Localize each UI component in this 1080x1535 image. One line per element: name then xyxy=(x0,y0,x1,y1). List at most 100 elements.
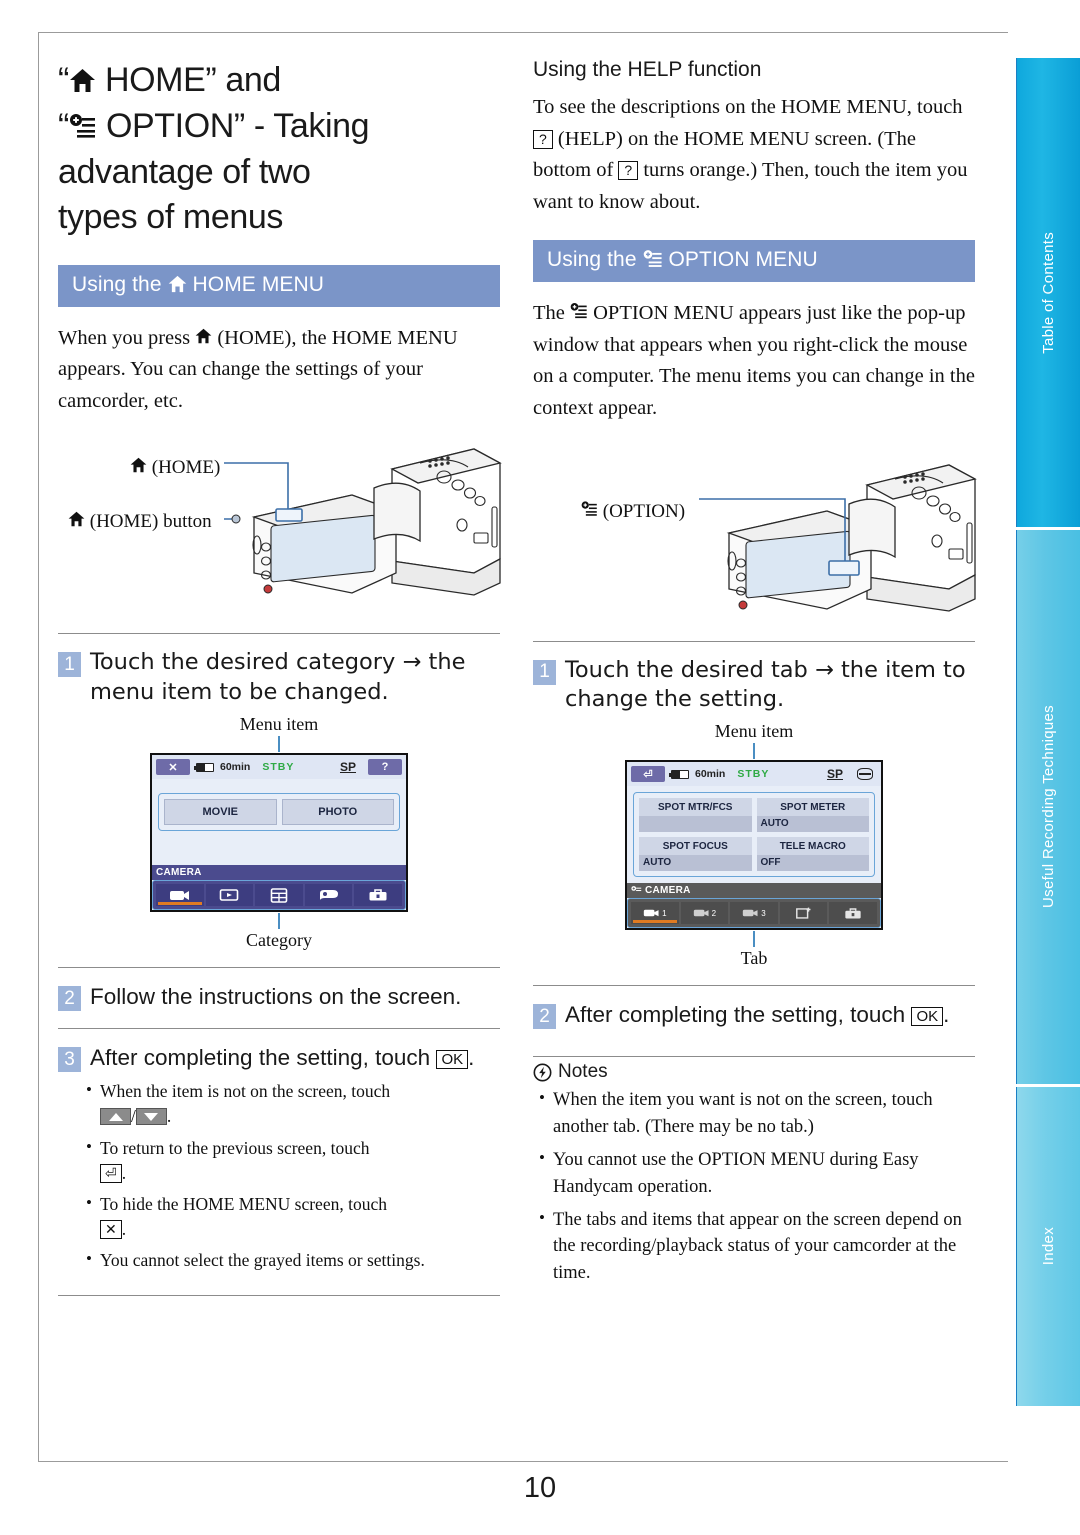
page-number: 10 xyxy=(523,1472,557,1504)
notes-icon xyxy=(533,1063,552,1082)
left-column: “ HOME” and “ OPTION” - Taking advantage… xyxy=(58,58,502,1300)
home-icon xyxy=(68,511,85,532)
section-header-option-menu: Using the OPTION MENU xyxy=(533,240,975,283)
battery-icon xyxy=(194,762,214,772)
battery-icon xyxy=(669,769,689,779)
camcorder-figure-option: (OPTION) xyxy=(533,439,977,625)
standby-indicator: STBY xyxy=(737,768,770,781)
option-tab-camera-2[interactable]: 2 xyxy=(680,902,729,925)
menu-item-tele-macro[interactable]: TELE MACRO OFF xyxy=(756,837,869,872)
step-text: Follow the instructions on the screen. xyxy=(90,984,462,1010)
lcd-category-label: CAMERA xyxy=(152,865,406,881)
option-tab-camera-3[interactable]: 3 xyxy=(730,902,778,925)
menu-item-label: SPOT MTR/FCS xyxy=(639,798,752,817)
category-tab-settings[interactable] xyxy=(354,884,402,907)
menu-item-group: SPOT MTR/FCS SPOT METER AUTO SPOT FOCUS … xyxy=(633,792,875,878)
bullet-text-post: . xyxy=(121,1219,127,1240)
list-item: The tabs and items that appear on the sc… xyxy=(539,1206,975,1287)
recording-quality: SP xyxy=(826,767,843,782)
option-tab-settings[interactable] xyxy=(829,902,877,925)
home-menu-intro-paragraph: When you press (HOME), the HOME MENU app… xyxy=(58,323,500,418)
option-tab-effect[interactable] xyxy=(779,902,828,925)
close-x-key-icon: ✕ xyxy=(100,1220,122,1240)
step-text: Touch the desired tab → the item to chan… xyxy=(565,656,966,713)
home-icon xyxy=(69,63,96,101)
home-menu-lcd: ✕ 60min STBY SP ? MOVIE PHOTO CAMERA xyxy=(150,753,408,913)
section-header-pre: Using the xyxy=(547,248,643,272)
help-function-heading: Using the HELP function xyxy=(533,58,762,81)
step-text: After completing the setting, touch OK. xyxy=(565,1000,949,1030)
step-number: 2 xyxy=(58,986,81,1012)
lcd-body: SPOT MTR/FCS SPOT METER AUTO SPOT FOCUS … xyxy=(627,786,881,883)
notes-heading-label: Notes xyxy=(558,1061,608,1083)
list-item: To hide the HOME MENU screen, touch ✕. xyxy=(86,1191,500,1242)
home-icon xyxy=(130,457,147,478)
title-line1-text: HOME” and xyxy=(95,61,281,99)
menu-item-spot-meter[interactable]: SPOT METER AUTO xyxy=(756,798,869,833)
camcorder-illustration xyxy=(224,448,502,597)
title-quote-open-2: “ xyxy=(58,107,69,146)
lcd-category-tabs xyxy=(152,880,406,911)
category-name: CAMERA xyxy=(156,867,202,879)
close-icon[interactable]: ✕ xyxy=(156,759,190,776)
settings-icon xyxy=(369,889,387,901)
category-tab-playback[interactable] xyxy=(205,884,254,907)
menu-item-spot-mtr-fcs[interactable]: SPOT MTR/FCS xyxy=(639,798,752,833)
lcd-caption-menu-item: Menu item xyxy=(239,714,319,735)
category-tab-others[interactable] xyxy=(304,884,353,907)
tab-index-number: 2 xyxy=(711,908,717,918)
side-tab-useful-recording-techniques[interactable]: Useful Recording Techniques xyxy=(1016,529,1080,1084)
step-number: 1 xyxy=(533,659,556,685)
camcorder-callout-home-screen: (HOME) xyxy=(130,457,220,479)
manage-media-icon xyxy=(270,887,288,903)
list-item: You cannot select the grayed items or se… xyxy=(86,1247,500,1273)
option-menu-lcd: ⏎ 60min STBY SP SPOT MTR/FCS SPOT METER … xyxy=(625,760,883,931)
section-header-post: OPTION MENU xyxy=(662,248,818,272)
home-menu-bullets: When the item is not on the screen, touc… xyxy=(86,1078,500,1273)
step-number: 1 xyxy=(58,652,81,678)
help-icon[interactable]: ? xyxy=(368,759,402,776)
help-key-icon: ? xyxy=(618,161,639,181)
home-icon xyxy=(195,327,212,349)
bullet-text: To return to the previous screen, touch xyxy=(100,1137,370,1158)
step-1-home: 1 Touch the desired category → the menu … xyxy=(58,648,500,708)
step-text-pre: After completing the setting, touch xyxy=(90,1045,437,1071)
divider xyxy=(533,1056,975,1058)
back-arrow-key-icon: ⏎ xyxy=(100,1163,122,1183)
option-icon xyxy=(581,500,598,522)
option-icon xyxy=(570,302,588,324)
tab-index-number: 1 xyxy=(662,908,667,918)
option-tab-camera-1[interactable]: 1 xyxy=(631,902,679,925)
standby-indicator: STBY xyxy=(262,761,295,774)
side-tab-label: Useful Recording Techniques xyxy=(1040,705,1057,909)
help-function-paragraph: To see the descriptions on the HOME MENU… xyxy=(533,92,975,218)
camcorder-callout-home-button: (HOME) button xyxy=(68,511,212,533)
page-title: “ HOME” and “ OPTION” - Taking advantage… xyxy=(58,58,500,239)
option-icon xyxy=(631,885,642,891)
menu-item-spot-focus[interactable]: SPOT FOCUS AUTO xyxy=(639,837,752,872)
notes-heading: Notes xyxy=(533,1061,975,1083)
title-line2-text: OPTION” - Taking xyxy=(96,107,370,146)
help-text-a: To see the descriptions on the HOME MENU… xyxy=(533,96,963,118)
category-name: CAMERA xyxy=(645,885,691,897)
callout-line xyxy=(753,743,755,760)
divider xyxy=(58,1028,500,1030)
side-tab-table-of-contents[interactable]: Table of Contents xyxy=(1016,58,1080,527)
menu-item-label: TELE MACRO xyxy=(756,837,869,856)
menu-item-value xyxy=(639,816,752,832)
menu-item-value: AUTO xyxy=(760,818,789,830)
back-arrow-icon[interactable]: ⏎ xyxy=(631,766,665,783)
category-tab-manage-media[interactable] xyxy=(255,884,303,907)
menu-item-movie[interactable]: MOVIE xyxy=(164,799,277,826)
menu-item-photo[interactable]: PHOTO xyxy=(281,799,394,826)
callout-line xyxy=(753,931,755,948)
home-menu-screen-figure: Menu item ✕ 60min STBY SP ? MOVIE PHOTO … xyxy=(58,714,500,951)
title-quote-open: “ xyxy=(58,61,69,99)
lcd-caption-category: Category xyxy=(246,930,312,951)
category-tab-camera[interactable] xyxy=(156,884,204,907)
side-tab-index[interactable]: Index xyxy=(1016,1086,1080,1406)
side-tab-strip: Table of Contents Useful Recording Techn… xyxy=(1016,58,1080,1406)
side-tab-label: Index xyxy=(1040,1227,1057,1266)
step-2-option: 2 After completing the setting, touch OK… xyxy=(533,1000,975,1030)
divider xyxy=(58,633,500,635)
